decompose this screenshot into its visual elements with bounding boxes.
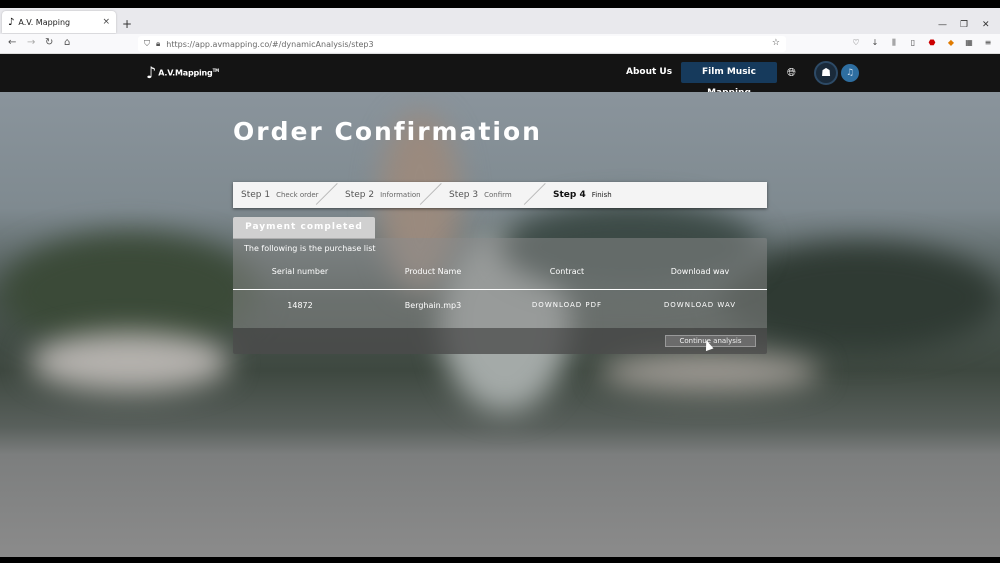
sidebar-icon[interactable]: ▯ — [908, 38, 918, 48]
logo-mark: ♪ — [146, 63, 157, 82]
step-1: Step 1 Check order — [241, 190, 319, 200]
page-title: Order Confirmation — [233, 117, 542, 146]
browser-nav-bar: ← → ↻ ⌂ ⛉ 🔒︎ https://app.avmapping.co/#/… — [0, 34, 1000, 54]
step-4-active: Step 4 Finish — [553, 190, 612, 200]
download-icon[interactable]: ↓ — [870, 38, 880, 48]
back-icon[interactable]: ← — [8, 37, 16, 48]
user-avatar-icon[interactable]: ☗ — [814, 61, 838, 85]
panel-footer: Continue analysis — [233, 328, 767, 354]
forward-icon[interactable]: → — [27, 37, 35, 48]
step-separator — [315, 183, 338, 205]
pocket-icon[interactable]: ♡ — [851, 38, 861, 48]
address-bar[interactable]: ⛉ 🔒︎ https://app.avmapping.co/#/dynamicA… — [138, 36, 786, 52]
new-tab-icon[interactable]: + — [122, 17, 132, 31]
table-divider — [233, 289, 767, 290]
site-logo[interactable]: ♪ A.V.MappingTM — [146, 63, 219, 82]
url-text[interactable]: https://app.avmapping.co/#/dynamicAnalys… — [166, 40, 373, 49]
column-header-serial: Serial number — [271, 267, 329, 276]
download-pdf-link[interactable]: DOWNLOAD PDF — [523, 301, 611, 309]
product-name-cell: Berghain.mp3 — [404, 301, 462, 310]
step-separator — [419, 183, 442, 205]
globe-icon[interactable]: 🌐︎ — [787, 66, 796, 80]
column-header-download: Download wav — [670, 267, 730, 276]
browser-tab-bar: ♪ A.V. Mapping × + — ❐ ✕ — [0, 8, 1000, 34]
library-icon[interactable]: ⫼ — [889, 38, 899, 48]
nav-film-music-mapping-button[interactable]: Film Music Mapping — [681, 62, 777, 98]
close-window-icon[interactable]: ✕ — [982, 20, 990, 30]
close-icon[interactable]: × — [102, 17, 110, 27]
column-header-contract: Contract — [549, 267, 585, 276]
serial-number-cell: 14872 — [287, 301, 313, 310]
purchase-list-panel: The following is the purchase list Seria… — [233, 238, 767, 354]
column-header-product: Product Name — [404, 267, 462, 276]
music-note-icon[interactable]: ♫ — [841, 64, 859, 82]
home-icon[interactable]: ⌂ — [64, 37, 70, 48]
lock-icon[interactable]: 🔒︎ — [156, 39, 160, 49]
step-3: Step 3 Confirm — [449, 190, 512, 200]
step-progress-bar: Step 1 Check order Step 2 Information Step… — [233, 182, 767, 208]
metamask-icon[interactable]: ◆ — [946, 38, 956, 48]
extension-icon[interactable]: ▦ — [964, 38, 974, 48]
step-separator — [523, 183, 546, 205]
step-2: Step 2 Information — [345, 190, 421, 200]
minimize-icon[interactable]: — — [938, 20, 947, 30]
shield-icon[interactable]: ⛉ — [144, 39, 150, 49]
payment-completed-tab: Payment completed — [233, 217, 375, 239]
download-wav-link[interactable]: DOWNLOAD WAV — [653, 301, 747, 309]
browser-tab[interactable]: ♪ A.V. Mapping × — [2, 11, 116, 33]
nav-about-us[interactable]: About Us — [626, 67, 672, 77]
top-border — [0, 0, 1000, 8]
adblock-icon[interactable]: ⬣ — [927, 38, 937, 48]
tab-title: A.V. Mapping — [18, 17, 71, 27]
site-header: ♪ A.V.MappingTM About Us Film Music Mapp… — [0, 54, 1000, 98]
logo-text: A.V.MappingTM — [158, 67, 219, 78]
reload-icon[interactable]: ↻ — [45, 37, 53, 48]
restore-icon[interactable]: ❐ — [960, 20, 968, 30]
music-note-icon: ♪ — [8, 16, 15, 28]
bottom-border — [0, 557, 1000, 563]
purchase-list-intro: The following is the purchase list — [244, 244, 376, 253]
bookmark-star-icon[interactable]: ☆ — [772, 38, 780, 48]
menu-icon[interactable]: ≡ — [983, 38, 993, 48]
